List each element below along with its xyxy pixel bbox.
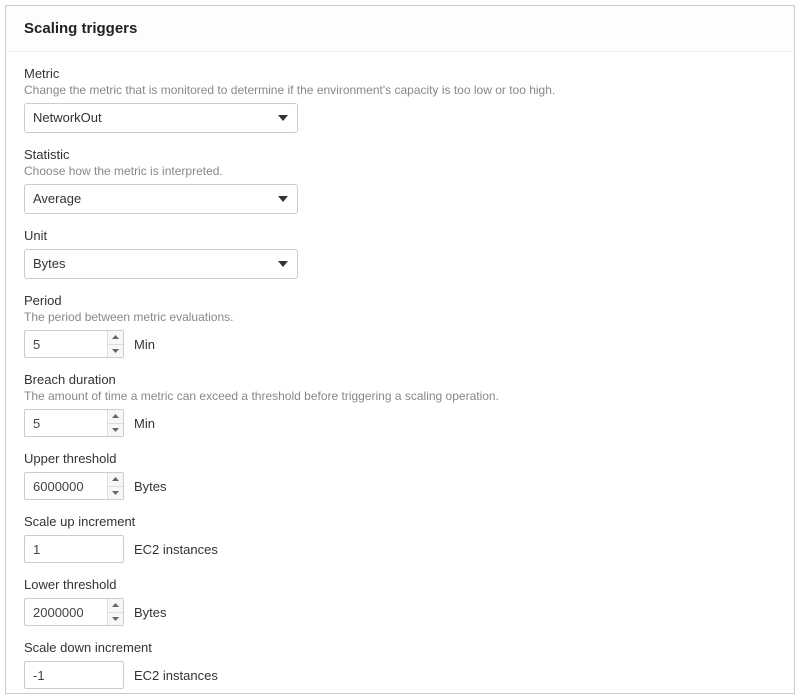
statistic-group: Statistic Choose how the metric is inter… [24, 147, 776, 214]
spinner-up-icon[interactable] [108, 599, 123, 613]
spinner-down-icon[interactable] [108, 424, 123, 437]
scaledown-input[interactable] [24, 661, 124, 689]
scaleup-value[interactable] [25, 542, 123, 557]
scaling-triggers-panel: Scaling triggers Metric Change the metri… [5, 5, 795, 694]
metric-label: Metric [24, 66, 776, 81]
scaledown-group: Scale down increment EC2 instances [24, 640, 776, 689]
statistic-help: Choose how the metric is interpreted. [24, 164, 776, 178]
breach-input[interactable] [24, 409, 124, 437]
spinner-down-icon[interactable] [108, 487, 123, 500]
unit-label: Unit [24, 228, 776, 243]
breach-help: The amount of time a metric can exceed a… [24, 389, 776, 403]
panel-header: Scaling triggers [6, 6, 794, 52]
upper-value[interactable] [25, 479, 107, 494]
spinner-up-icon[interactable] [108, 473, 123, 487]
period-suffix: Min [134, 337, 155, 352]
statistic-value: Average [33, 185, 81, 213]
metric-select[interactable]: NetworkOut [24, 103, 298, 133]
spinner-down-icon[interactable] [108, 345, 123, 358]
metric-group: Metric Change the metric that is monitor… [24, 66, 776, 133]
upper-suffix: Bytes [134, 479, 167, 494]
scaleup-input[interactable] [24, 535, 124, 563]
lower-input[interactable] [24, 598, 124, 626]
period-value[interactable] [25, 337, 107, 352]
lower-group: Lower threshold Bytes [24, 577, 776, 626]
period-help: The period between metric evaluations. [24, 310, 776, 324]
scaledown-value[interactable] [25, 668, 123, 683]
spinner-down-icon[interactable] [108, 613, 123, 626]
panel-body: Metric Change the metric that is monitor… [6, 52, 794, 694]
lower-label: Lower threshold [24, 577, 776, 592]
scaleup-label: Scale up increment [24, 514, 776, 529]
breach-group: Breach duration The amount of time a met… [24, 372, 776, 437]
upper-input[interactable] [24, 472, 124, 500]
scaledown-label: Scale down increment [24, 640, 776, 655]
metric-help: Change the metric that is monitored to d… [24, 83, 776, 97]
unit-value: Bytes [33, 250, 66, 278]
period-group: Period The period between metric evaluat… [24, 293, 776, 358]
lower-suffix: Bytes [134, 605, 167, 620]
breach-label: Breach duration [24, 372, 776, 387]
breach-value[interactable] [25, 416, 107, 431]
upper-label: Upper threshold [24, 451, 776, 466]
upper-group: Upper threshold Bytes [24, 451, 776, 500]
unit-group: Unit Bytes [24, 228, 776, 279]
breach-suffix: Min [134, 416, 155, 431]
panel-title: Scaling triggers [24, 20, 776, 37]
period-label: Period [24, 293, 776, 308]
spinner-up-icon[interactable] [108, 410, 123, 424]
period-input[interactable] [24, 330, 124, 358]
lower-value[interactable] [25, 605, 107, 620]
scaleup-group: Scale up increment EC2 instances [24, 514, 776, 563]
scaledown-suffix: EC2 instances [134, 668, 218, 683]
scaleup-suffix: EC2 instances [134, 542, 218, 557]
statistic-select[interactable]: Average [24, 184, 298, 214]
statistic-label: Statistic [24, 147, 776, 162]
spinner-up-icon[interactable] [108, 331, 123, 345]
metric-value: NetworkOut [33, 104, 102, 132]
unit-select[interactable]: Bytes [24, 249, 298, 279]
